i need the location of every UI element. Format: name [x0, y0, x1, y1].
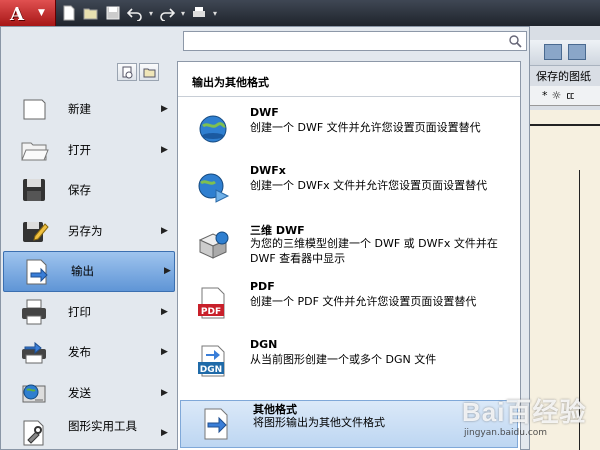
open-folder-icon [19, 135, 49, 165]
dwfx-globe-icon [196, 170, 230, 204]
new-file-icon[interactable] [58, 3, 80, 23]
quick-access-toolbar: ▾ ▾ ▾ [0, 0, 600, 26]
ribbon-tool-icon [568, 44, 586, 60]
undo-dropdown-icon[interactable]: ▾ [146, 9, 156, 18]
sun-icon: ☼ [551, 89, 562, 102]
menu-item-new[interactable]: 新建 ▶ [1, 89, 177, 130]
customize-toolbar-icon[interactable]: ▾ [210, 9, 220, 18]
export-item-title: DWF [250, 106, 279, 119]
autocad-logo-icon: A [10, 4, 24, 25]
drawing-utilities-icon [19, 418, 49, 448]
menu-item-print[interactable]: 打印 ▶ [1, 292, 177, 333]
menu-item-label: 发布 [68, 345, 91, 360]
dgn-icon: DGN [196, 344, 230, 378]
3d-dwf-icon [196, 228, 230, 262]
other-formats-icon [199, 407, 233, 441]
menu-search-input[interactable] [183, 31, 527, 51]
menu-item-label: 打印 [68, 304, 91, 319]
menu-item-label: 图形实用工具 [68, 419, 137, 433]
chevron-right-icon: ▶ [161, 104, 168, 115]
watermark-url: jingyan.baidu.com [464, 428, 548, 438]
undo-icon[interactable] [124, 3, 146, 23]
chevron-right-icon: ▶ [161, 428, 168, 439]
plot-printer-icon[interactable] [188, 3, 210, 23]
menu-item-label: 打开 [68, 142, 91, 157]
open-file-icon[interactable] [80, 3, 102, 23]
send-globe-icon [19, 378, 49, 408]
export-icon [22, 257, 52, 287]
export-3d-dwf-item[interactable]: 三维 DWF 为您的三维模型创建一个 DWF 或 DWFx 文件并在 DWF 查… [178, 222, 520, 270]
publish-icon [19, 337, 49, 367]
svg-text:PDF: PDF [201, 307, 221, 317]
chevron-right-icon: ▶ [164, 266, 171, 277]
menu-item-label: 保存 [68, 183, 91, 198]
quick-access-tools: ▾ ▾ ▾ [58, 3, 220, 23]
layer-toolbar-item: ㄸ [565, 89, 576, 103]
chevron-right-icon: ▶ [161, 306, 168, 317]
printer-icon [19, 297, 49, 327]
baidu-watermark: Bai百经验 jingyan.baidu.com [462, 392, 598, 446]
export-item-title: DGN [250, 338, 278, 351]
watermark-brand: Bai百经验 [462, 397, 587, 427]
recent-documents-icon[interactable] [117, 63, 137, 81]
export-item-description: 从当前图形创建一个或多个 DGN 文件 [250, 353, 437, 366]
redo-icon[interactable] [156, 3, 178, 23]
menu-item-publish[interactable]: 发布 ▶ [1, 332, 177, 373]
menu-item-export[interactable]: 输出 ▶ [3, 251, 175, 292]
export-item-description: 创建一个 DWFx 文件并允许您设置页面设置替代 [250, 179, 488, 192]
pdf-icon: PDF [196, 286, 230, 320]
chevron-right-icon: ▶ [161, 387, 168, 398]
export-item-description: 为您的三维模型创建一个 DWF 或 DWFx 文件并在 DWF 查看器中显示 [250, 237, 498, 265]
menu-item-send[interactable]: 发送 ▶ [1, 373, 177, 414]
background-ribbon-label: 保存的图纸 [536, 70, 591, 83]
export-dwf-item[interactable]: DWF 创建一个 DWF 文件并允许您设置页面设置替代 [178, 106, 520, 154]
menu-item-label: 新建 [68, 102, 91, 117]
export-pdf-item[interactable]: PDF PDF 创建一个 PDF 文件并允许您设置页面设置替代 [178, 280, 520, 328]
background-layer-toolbar: * ☼ ㄸ [520, 86, 600, 106]
export-item-description: 创建一个 PDF 文件并允许您设置页面设置替代 [250, 295, 477, 308]
save-file-icon[interactable] [102, 3, 124, 23]
open-documents-icon[interactable] [139, 63, 159, 81]
export-dwfx-item[interactable]: DWFx 创建一个 DWFx 文件并允许您设置页面设置替代 [178, 164, 520, 212]
menu-item-open[interactable]: 打开 ▶ [1, 130, 177, 171]
submenu-divider [178, 96, 520, 97]
menu-item-drawing-utilities[interactable]: 图形实用工具 ▶ [1, 413, 177, 450]
chevron-right-icon: ▶ [161, 144, 168, 155]
redo-dropdown-icon[interactable]: ▾ [178, 9, 188, 18]
dwf-globe-icon [196, 112, 230, 146]
menu-item-save[interactable]: 保存 [1, 170, 177, 211]
menu-item-save-as[interactable]: 另存为 ▶ [1, 211, 177, 252]
submenu-header: 输出为其他格式 [192, 76, 269, 89]
application-menu: 新建 ▶ 打开 ▶ 保存 另存为 ▶ 输出 ▶ 打印 ▶ 发布 ▶ 发送 ▶ 图… [0, 26, 530, 450]
export-item-title: PDF [250, 280, 275, 293]
layer-toolbar-item: * [542, 89, 548, 102]
menu-item-label: 发送 [68, 385, 91, 400]
chevron-down-icon: ▼ [38, 8, 45, 18]
search-icon [509, 35, 522, 48]
svg-text:DGN: DGN [200, 365, 222, 375]
menu-left-column: 新建 ▶ 打开 ▶ 保存 另存为 ▶ 输出 ▶ 打印 ▶ 发布 ▶ 发送 ▶ 图… [1, 89, 177, 450]
save-as-icon [19, 216, 49, 246]
chevron-right-icon: ▶ [161, 347, 168, 358]
drawing-line [523, 124, 600, 126]
menu-item-label: 另存为 [68, 223, 103, 238]
background-ribbon [520, 40, 600, 66]
export-dgn-item[interactable]: DGN DGN 从当前图形创建一个或多个 DGN 文件 [178, 338, 520, 386]
save-disk-icon [19, 175, 49, 205]
export-item-description: 创建一个 DWF 文件并允许您设置页面设置替代 [250, 121, 481, 134]
menu-view-buttons [117, 63, 159, 81]
ribbon-tool-icon [544, 44, 562, 60]
new-document-icon [19, 94, 49, 124]
chevron-right-icon: ▶ [161, 225, 168, 236]
export-item-title: DWFx [250, 164, 286, 177]
menu-item-label: 输出 [71, 264, 94, 279]
